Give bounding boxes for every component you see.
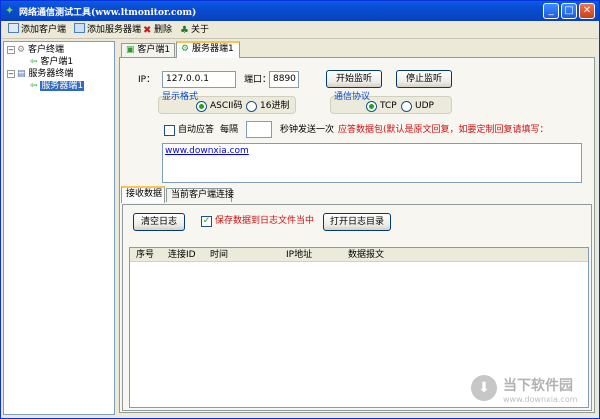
tcp-label: TCP xyxy=(380,101,397,111)
reply-textarea[interactable]: www.downxia.com xyxy=(162,143,582,183)
stop-listen-button[interactable]: 停止监听 xyxy=(396,70,452,88)
ascii-radio[interactable] xyxy=(196,101,207,112)
reply-text: www.downxia.com xyxy=(165,146,249,156)
tree-label-client-root: 客户终端 xyxy=(27,45,64,55)
maximize-button[interactable]: □ xyxy=(561,3,577,19)
reply-note: 应答数据包(默认是原文回复，如要定制回复请填写： xyxy=(338,125,549,135)
column-ip-address[interactable]: IP地址 xyxy=(286,249,312,261)
arrow-icon: ⇦ xyxy=(30,81,38,91)
title-bar[interactable]: ✦ 网络通信测试工具(www.ltmonitor.com) _ □ ✕ xyxy=(1,1,599,21)
toolbar: 添加客户端 添加服务器端 ✖ 删除 ♣ 关于 xyxy=(2,21,598,39)
watermark: ⬇ 当下软件园 www.downxia.com xyxy=(471,373,599,417)
tab-current-connections[interactable]: 当前客户端连接 xyxy=(166,188,234,202)
protocol-title: 通信协议 xyxy=(334,92,371,102)
clear-log-button[interactable]: 清空日志 xyxy=(133,213,185,231)
start-listen-button[interactable]: 开始监听 xyxy=(326,70,382,88)
table-header: 序号 连接ID 时间 IP地址 数据报文 xyxy=(130,248,588,262)
add-server-button[interactable]: 添加服务器端 xyxy=(74,23,141,37)
tab-client-1[interactable]: ▣ 客户端1 xyxy=(121,43,175,57)
interval-input[interactable] xyxy=(246,121,272,138)
tree-node-server-1[interactable]: ⇦ 服务器端1 xyxy=(30,81,85,92)
app-icon: ✦ xyxy=(5,4,15,17)
tree-node-client-1[interactable]: ⇦ 客户端1 xyxy=(30,57,73,68)
arrow-icon: ⇦ xyxy=(30,57,38,67)
udp-radio[interactable] xyxy=(401,101,412,112)
delete-label: 删除 xyxy=(154,25,173,35)
column-connection-id[interactable]: 连接ID xyxy=(168,249,196,261)
display-format-title: 显示格式 xyxy=(162,92,199,102)
tab-label: 客户端1 xyxy=(137,45,171,55)
about-icon: ♣ xyxy=(180,25,189,36)
add-client-label: 添加客户端 xyxy=(21,25,67,35)
gear-icon: ⚙ xyxy=(17,45,26,55)
tree-label-server-root: 服务器终端 xyxy=(28,69,74,79)
ip-input[interactable]: 127.0.0.1 xyxy=(162,71,236,88)
tree-label-client-1: 客户端1 xyxy=(40,57,74,67)
app-window: ✦ 网络通信测试工具(www.ltmonitor.com) _ □ ✕ 添加客户… xyxy=(0,0,600,419)
tab-icon: ▣ xyxy=(126,45,135,55)
minimize-button[interactable]: _ xyxy=(543,3,559,19)
auto-reply-checkbox[interactable] xyxy=(164,125,175,136)
every-label: 每隔 xyxy=(220,125,239,135)
tab-server-1[interactable]: ⚙ 服务器端1 xyxy=(176,41,240,58)
add-server-label: 添加服务器端 xyxy=(87,25,142,35)
collapse-icon[interactable]: − xyxy=(7,46,15,54)
column-time[interactable]: 时间 xyxy=(210,249,228,261)
tab-label: 服务器端1 xyxy=(191,44,234,54)
tree-label-server-1: 服务器端1 xyxy=(40,81,85,91)
download-icon: ⬇ xyxy=(471,375,497,401)
tab-icon: ⚙ xyxy=(181,44,190,54)
column-data-payload[interactable]: 数据报文 xyxy=(348,249,384,261)
hex-radio[interactable] xyxy=(246,101,257,112)
add-server-icon xyxy=(74,23,85,33)
tree-node-server-root[interactable]: − ▤ 服务器终端 xyxy=(7,69,73,80)
tab-receive-data[interactable]: 接收数据 xyxy=(121,186,165,203)
terminal-tree: − ⚙ 客户终端 ⇦ 客户端1 − ▤ 服务器终端 ⇦ 服务器端1 xyxy=(3,41,115,415)
tcp-radio[interactable] xyxy=(366,101,377,112)
delete-button[interactable]: ✖ 删除 xyxy=(143,23,172,37)
watermark-text: 当下软件园 xyxy=(503,378,573,394)
auto-reply-label: 自动应答 xyxy=(178,125,215,135)
about-label: 关于 xyxy=(191,25,210,35)
open-log-dir-button[interactable]: 打开日志目录 xyxy=(323,213,391,231)
window-title: 网络通信测试工具(www.ltmonitor.com) xyxy=(19,8,197,18)
port-label: 端口： xyxy=(244,75,272,85)
save-to-log-checkbox[interactable]: ✓ xyxy=(201,216,212,227)
port-input[interactable]: 8890 xyxy=(269,71,299,88)
about-button[interactable]: ♣ 关于 xyxy=(180,23,209,37)
delete-icon: ✖ xyxy=(143,25,152,36)
send-interval-label: 秒钟发送一次 xyxy=(280,125,335,135)
close-button[interactable]: ✕ xyxy=(579,3,595,19)
main-area: ▣ 客户端1 ⚙ 服务器端1 IP： 127.0.0.1 端口： 8890 开始… xyxy=(117,41,597,415)
server-panel: IP： 127.0.0.1 端口： 8890 开始监听 停止监听 显示格式 AS… xyxy=(119,57,595,413)
server-icon: ▤ xyxy=(17,69,26,79)
column-index[interactable]: 序号 xyxy=(136,249,154,261)
udp-label: UDP xyxy=(415,101,434,111)
watermark-url: www.downxia.com xyxy=(503,395,578,404)
hex-label: 16进制 xyxy=(260,101,290,111)
ip-label: IP： xyxy=(138,75,156,85)
ascii-label: ASCII码 xyxy=(210,101,243,111)
tree-node-client-root[interactable]: − ⚙ 客户终端 xyxy=(7,45,64,56)
add-client-icon xyxy=(8,23,19,33)
collapse-icon[interactable]: − xyxy=(7,70,15,78)
save-to-log-label: 保存数据到日志文件当中 xyxy=(215,216,315,226)
add-client-button[interactable]: 添加客户端 xyxy=(8,23,66,37)
